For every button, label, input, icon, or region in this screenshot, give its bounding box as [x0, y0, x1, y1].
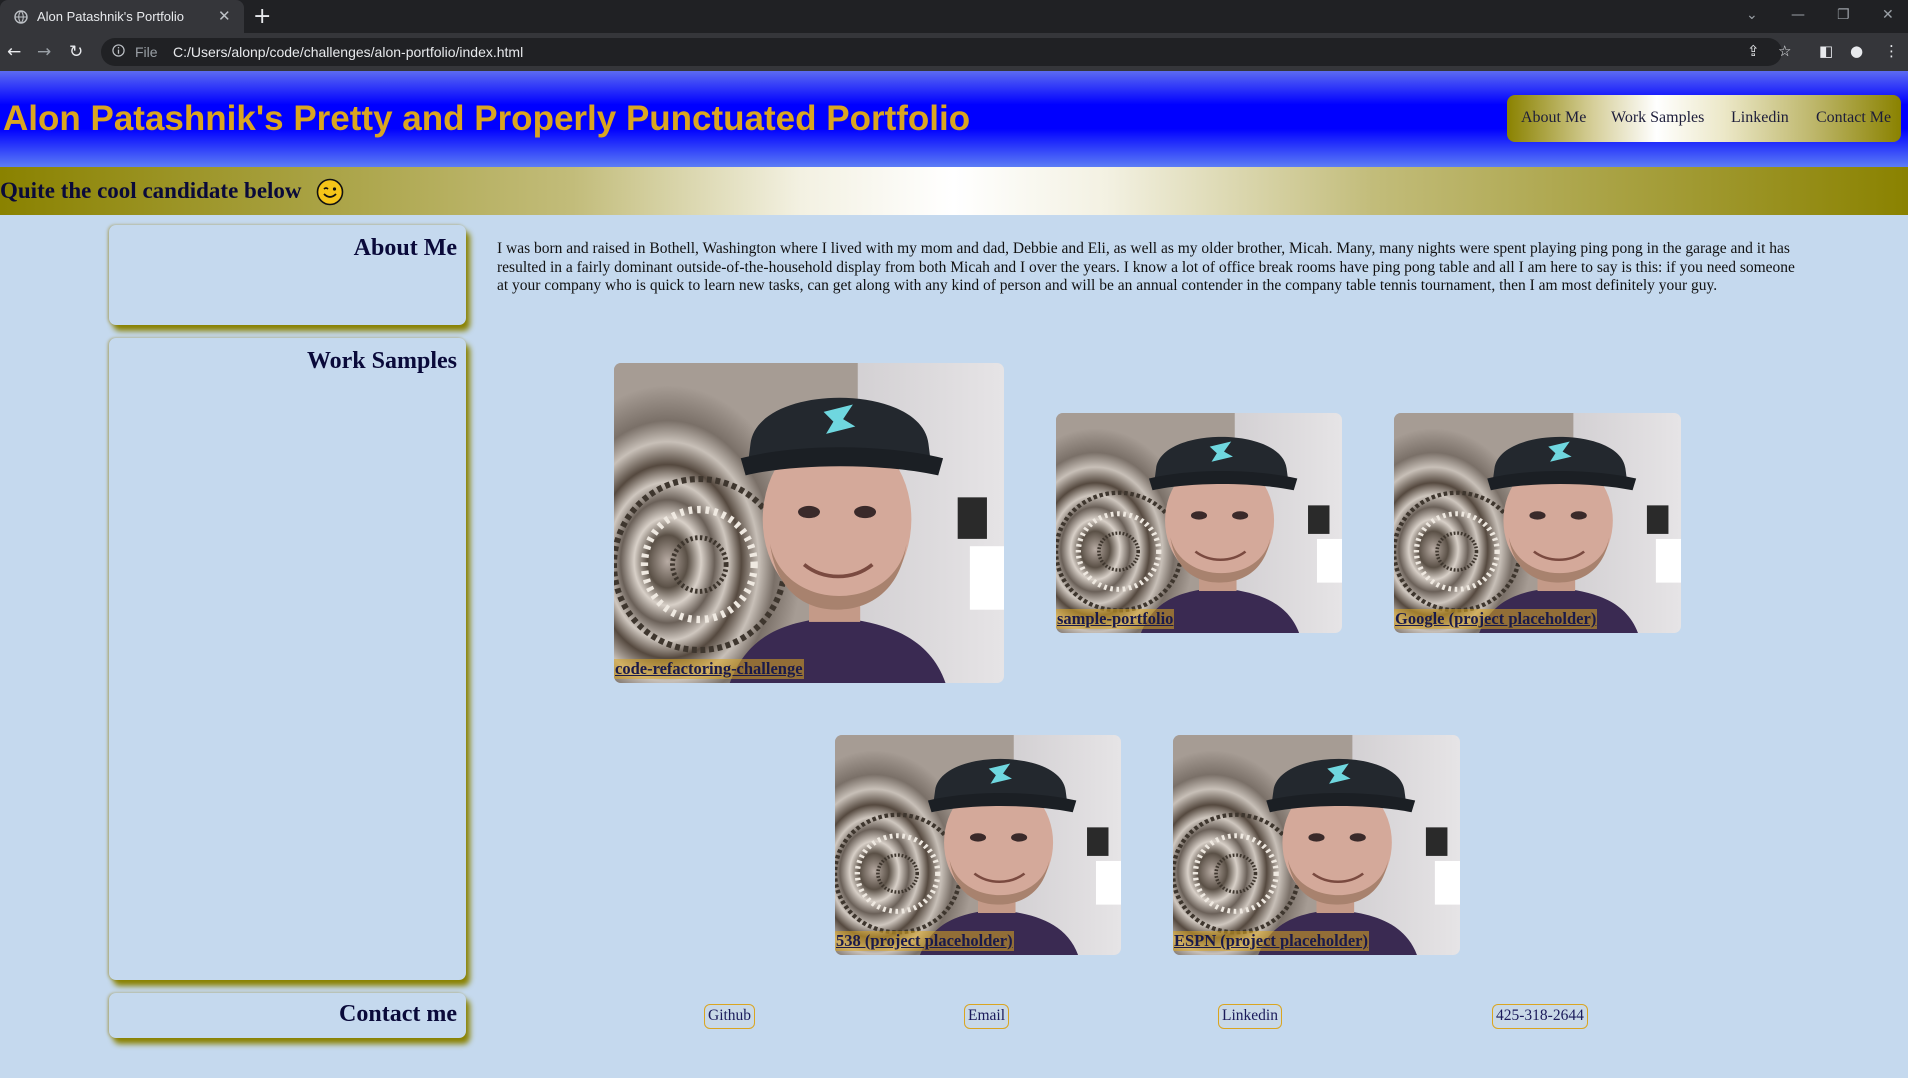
project-card[interactable]: ESPN (project placeholder) — [1173, 735, 1460, 955]
new-tab-button[interactable]: + — [253, 4, 271, 29]
subheader-banner: Quite the cool candidate below — [0, 167, 1908, 215]
tab-title: Alon Patashnik's Portfolio — [37, 9, 185, 24]
back-icon[interactable]: ← — [7, 42, 21, 62]
nav-about-me[interactable]: About Me — [1521, 109, 1586, 127]
share-icon[interactable]: ⇪ — [1747, 42, 1760, 60]
winking-face-icon — [316, 178, 344, 206]
nav-work-samples[interactable]: Work Samples — [1611, 109, 1704, 127]
tab-close-icon[interactable]: ✕ — [218, 7, 231, 25]
sidepanel-icon[interactable]: ◧ — [1819, 42, 1833, 60]
subheader-text: Quite the cool candidate below — [0, 178, 302, 203]
project-card[interactable]: Google (project placeholder) — [1394, 413, 1681, 633]
project-link[interactable]: Google (project placeholder) — [1394, 609, 1598, 629]
info-icon[interactable] — [112, 44, 125, 57]
url-text[interactable]: C:/Users/alonp/code/challenges/alon-port… — [173, 44, 523, 60]
menu-icon[interactable]: ⋮ — [1884, 42, 1899, 60]
portrait-image — [1173, 735, 1460, 955]
project-link[interactable]: sample-portfolio — [1056, 609, 1175, 629]
project-card[interactable]: sample-portfolio — [1056, 413, 1342, 633]
restore-icon[interactable]: ❐ — [1837, 7, 1850, 23]
star-icon[interactable]: ☆ — [1778, 42, 1791, 60]
browser-tab-bar: Alon Patashnik's Portfolio ✕ + ⌄ — ❐ ✕ — [0, 0, 1908, 33]
project-link[interactable]: 538 (project placeholder) — [835, 931, 1014, 951]
portrait-image — [1394, 413, 1681, 633]
minimize-icon[interactable]: — — [1791, 7, 1805, 23]
browser-toolbar: ← → ↻ File C:/Users/alonp/code/challenge… — [0, 33, 1908, 71]
url-scheme: File — [135, 44, 158, 60]
project-link[interactable]: ESPN (project placeholder) — [1173, 931, 1369, 951]
contact-phone-link[interactable]: 425-318-2644 — [1492, 1004, 1588, 1029]
contact-heading: Contact me — [339, 1001, 457, 1027]
forward-icon[interactable]: → — [37, 42, 51, 62]
project-card[interactable]: code-refactoring-challenge — [614, 363, 1004, 683]
project-link[interactable]: code-refactoring-challenge — [614, 659, 804, 679]
project-card[interactable]: 538 (project placeholder) — [835, 735, 1121, 955]
sidebar-about-card: About Me — [109, 225, 466, 325]
site-header: Alon Patashnik's Pretty and Properly Pun… — [0, 71, 1908, 167]
contact-linkedin-link[interactable]: Linkedin — [1218, 1004, 1282, 1029]
nav-contact-me[interactable]: Contact Me — [1816, 109, 1891, 127]
portrait-image — [835, 735, 1121, 955]
site-title: Alon Patashnik's Pretty and Properly Pun… — [3, 99, 971, 138]
contact-email-link[interactable]: Email — [964, 1004, 1010, 1029]
top-navigation: About Me Work Samples Linkedin Contact M… — [1507, 95, 1901, 142]
sidebar-contact-card: Contact me — [109, 993, 466, 1038]
contact-github-link[interactable]: Github — [704, 1004, 756, 1029]
sidebar-work-card: Work Samples — [109, 338, 466, 980]
about-paragraph: I was born and raised in Bothell, Washin… — [497, 240, 1795, 294]
work-samples-heading: Work Samples — [306, 348, 457, 374]
portrait-image — [614, 363, 1004, 683]
portrait-image — [1056, 413, 1342, 633]
window-close-icon[interactable]: ✕ — [1882, 7, 1894, 23]
browser-tab[interactable]: Alon Patashnik's Portfolio ✕ — [0, 0, 244, 33]
address-bar[interactable]: File C:/Users/alonp/code/challenges/alon… — [101, 38, 1782, 66]
about-heading: About Me — [353, 235, 457, 261]
globe-icon — [14, 10, 28, 24]
profile-icon[interactable]: ● — [1850, 42, 1863, 60]
tab-search-icon[interactable]: ⌄ — [1746, 7, 1758, 23]
nav-linkedin[interactable]: Linkedin — [1731, 109, 1789, 127]
reload-icon[interactable]: ↻ — [69, 42, 83, 62]
